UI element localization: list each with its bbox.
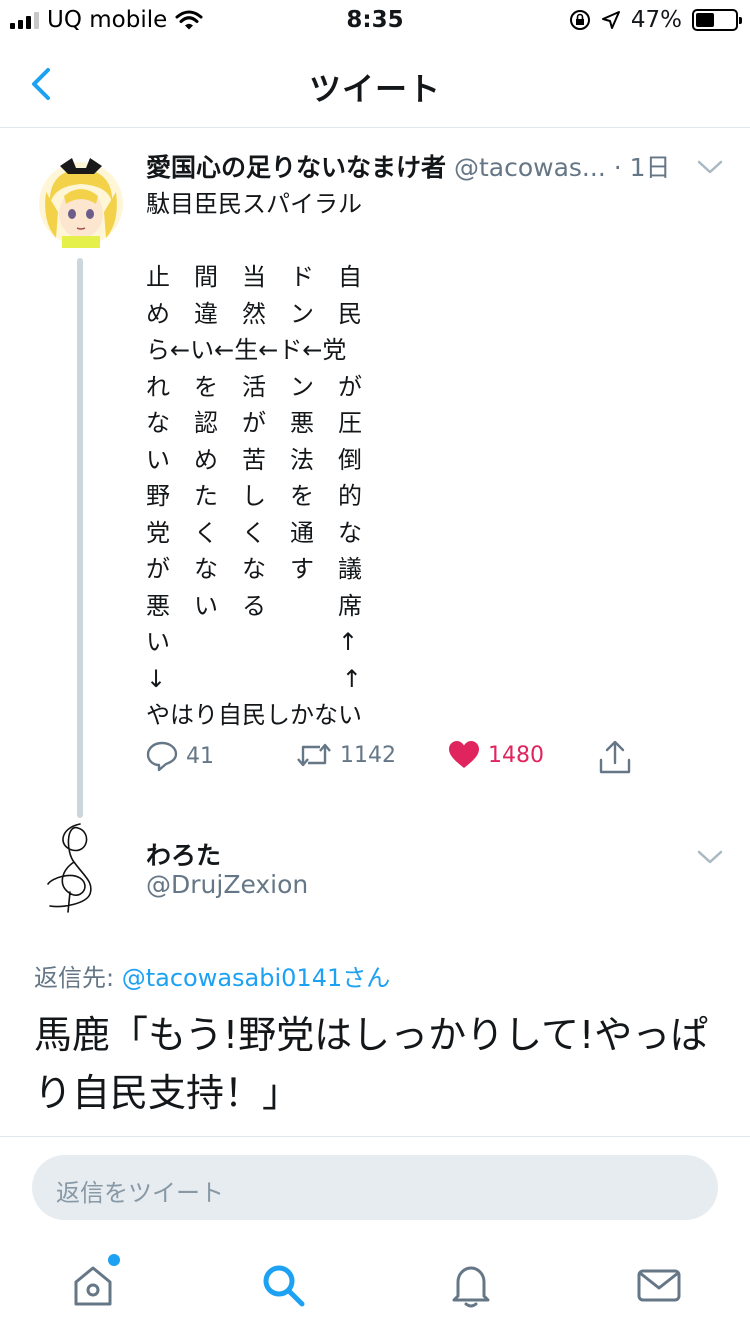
status-bar: UQ mobile 8:35 47% xyxy=(0,0,750,40)
battery-fill xyxy=(696,13,714,27)
status-right: 47% xyxy=(569,7,742,33)
reply-compose-input[interactable]: 返信をツイート xyxy=(32,1155,718,1220)
reply-to-link[interactable]: @tacowasabi0141さん xyxy=(122,964,391,992)
thread-line xyxy=(77,258,83,818)
tweet-header: 愛国心の足りないなまけ者 @tacowas... · 1日 xyxy=(146,148,726,184)
messages-icon xyxy=(637,1269,681,1302)
reply-count: 41 xyxy=(186,743,214,769)
tab-bar xyxy=(0,1240,750,1334)
search-icon xyxy=(263,1265,305,1307)
chevron-down-icon[interactable] xyxy=(696,158,724,176)
share-button[interactable] xyxy=(598,740,632,776)
reply-author-handle[interactable]: @DrujZexion xyxy=(146,870,308,899)
share-icon xyxy=(599,740,631,774)
page-title: ツイート xyxy=(308,70,441,108)
like-button[interactable]: 1480 xyxy=(448,740,544,770)
tab-home[interactable] xyxy=(68,1254,120,1310)
battery-percent: 47% xyxy=(630,7,682,33)
tab-search[interactable] xyxy=(258,1260,308,1310)
reply-author-name[interactable]: わろた xyxy=(146,836,221,872)
reply-button[interactable]: 41 xyxy=(146,740,214,772)
tweet-actions: 41 1142 1480 xyxy=(146,740,646,784)
orientation-lock-icon xyxy=(569,10,590,30)
tweet-author-handle[interactable]: @tacowas... xyxy=(454,153,606,182)
avatar[interactable] xyxy=(36,152,126,248)
avatar[interactable] xyxy=(40,822,110,914)
chevron-down-icon[interactable] xyxy=(696,848,724,866)
reply-to-line: 返信先: @tacowasabi0141さん xyxy=(34,958,390,993)
tab-notifications[interactable] xyxy=(446,1260,496,1310)
retweet-count: 1142 xyxy=(340,742,396,768)
tweet-text: 駄目臣民スパイラル 止 間 当 ド 自 め 違 然 ン 民 ら←い←生←ド←党 … xyxy=(146,190,362,729)
reply-text: 馬鹿「もう!野党はしっかりして!やっぱり自民支持！」 xyxy=(34,1013,709,1115)
tweet-time: · 1日 xyxy=(613,153,671,182)
tab-messages[interactable] xyxy=(634,1260,684,1310)
nav-bar: ツイート xyxy=(0,40,750,128)
reply-icon xyxy=(146,741,178,772)
notification-dot xyxy=(108,1254,120,1266)
like-count: 1480 xyxy=(488,742,544,768)
home-icon xyxy=(74,1266,112,1306)
notifications-icon xyxy=(452,1266,490,1308)
retweet-icon xyxy=(297,743,331,767)
heart-icon xyxy=(449,741,479,768)
tweet-author-name[interactable]: 愛国心の足りないなまけ者 xyxy=(146,153,446,182)
divider xyxy=(0,1136,750,1137)
reply-to-prefix: 返信先: xyxy=(34,964,122,992)
battery-icon xyxy=(692,9,742,31)
location-icon xyxy=(601,11,620,29)
retweet-button[interactable]: 1142 xyxy=(296,740,396,770)
